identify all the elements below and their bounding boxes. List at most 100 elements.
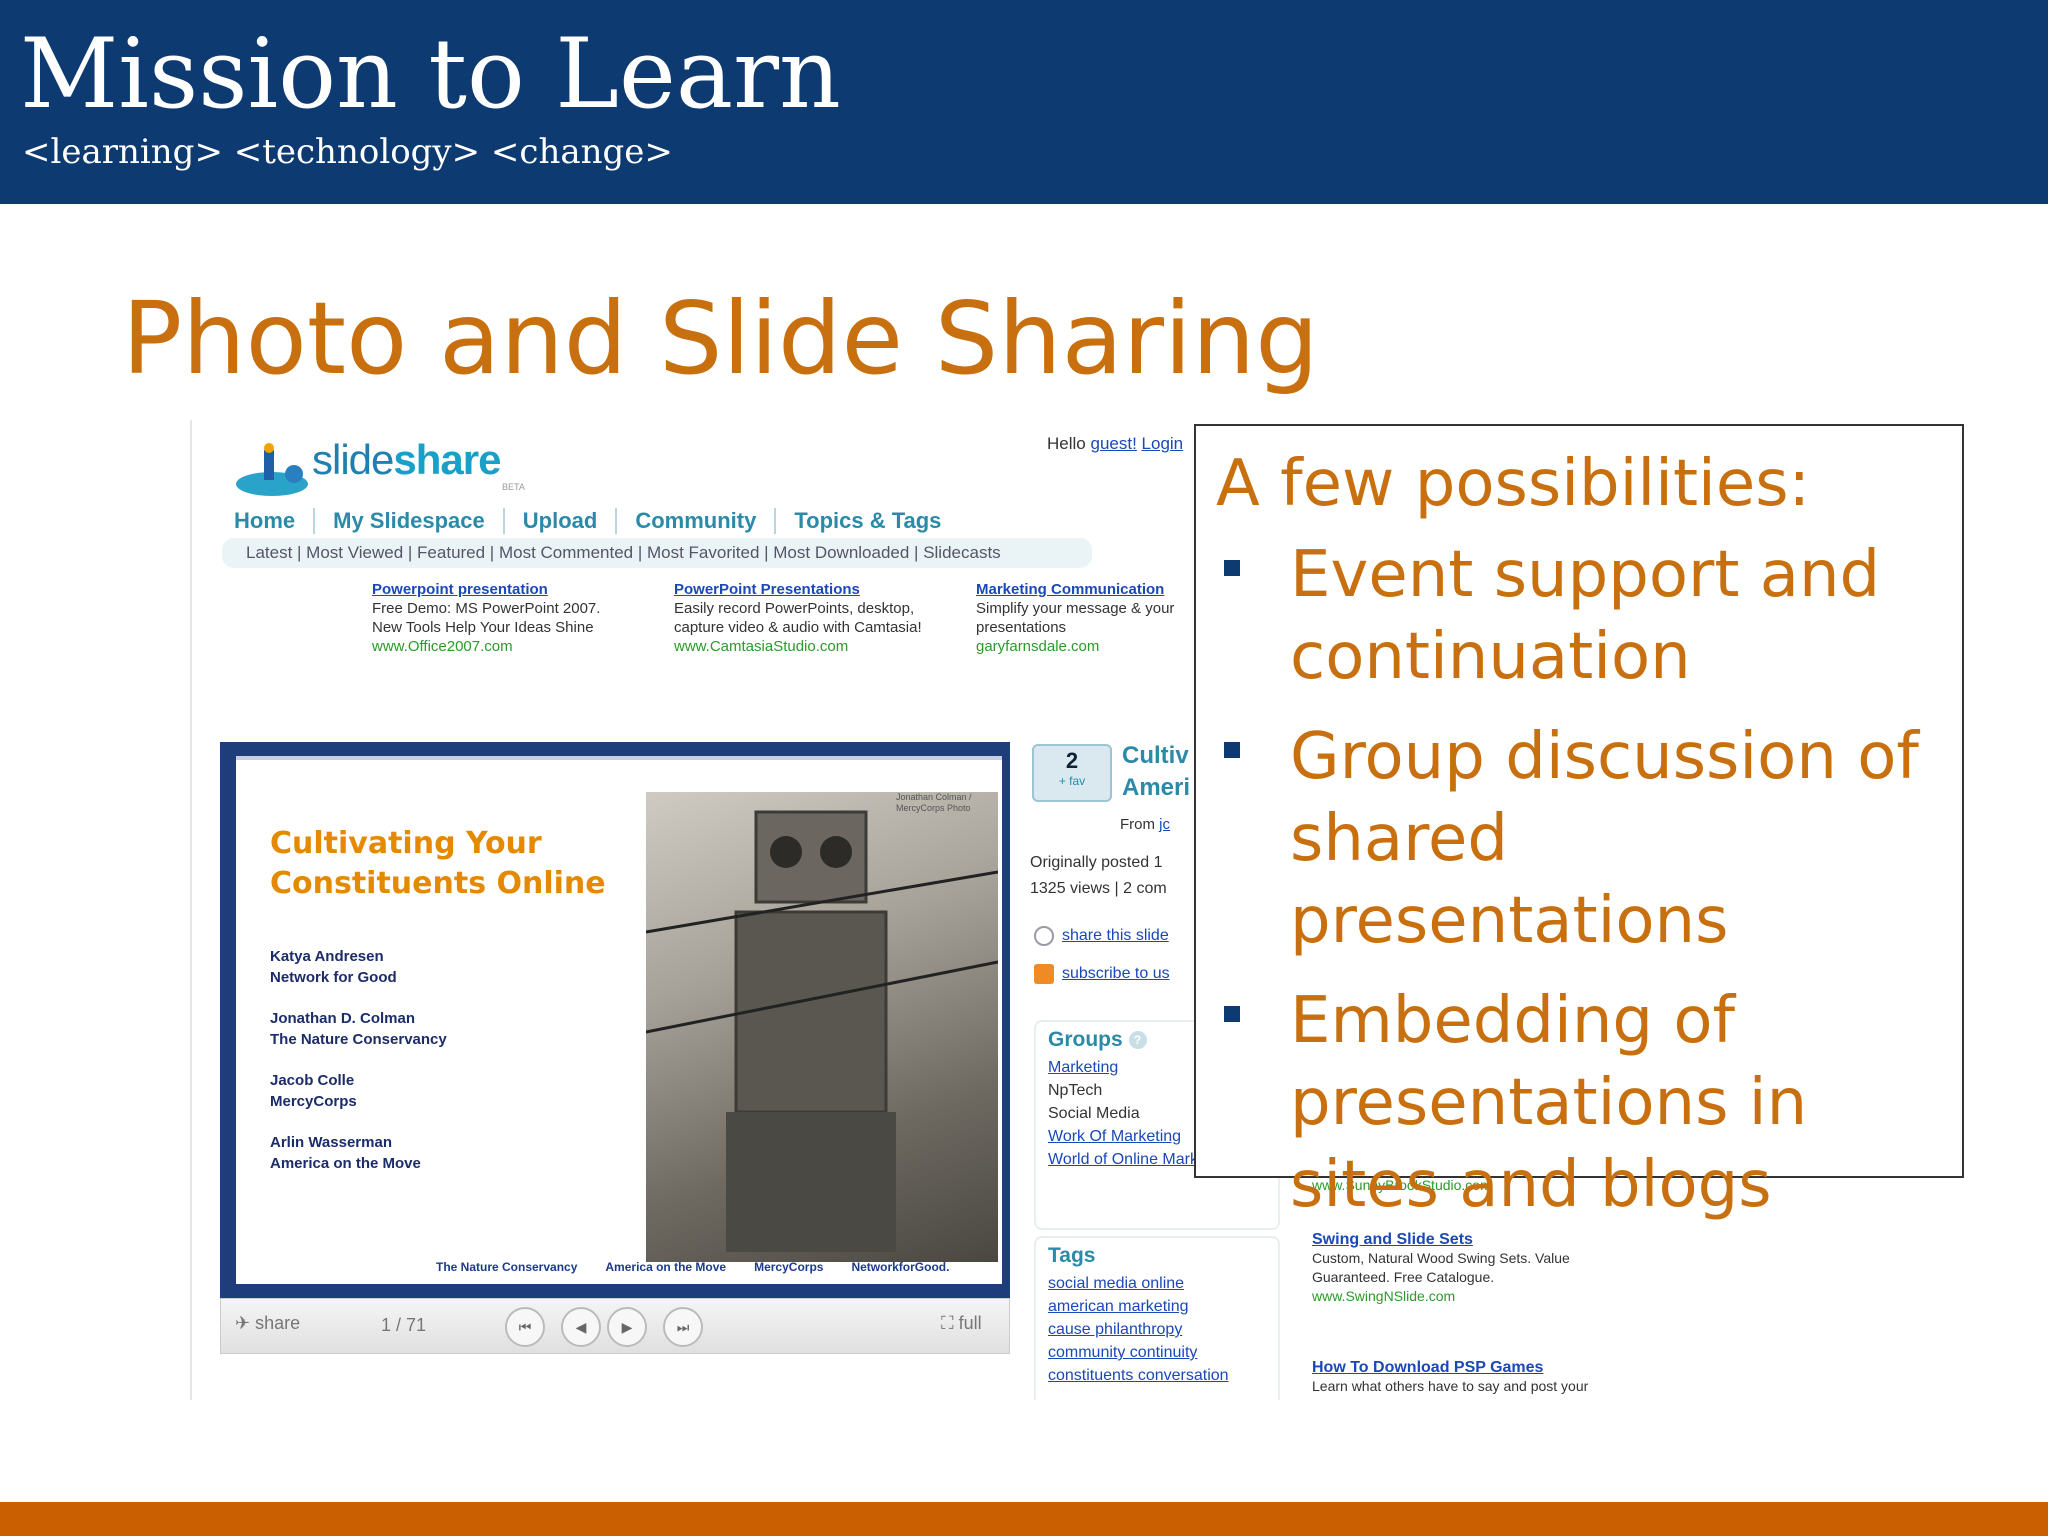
favorite-count: 2 xyxy=(1065,748,1079,773)
author-name: Jacob Colle xyxy=(270,1072,355,1089)
share-label: share xyxy=(255,1313,301,1333)
right-ad[interactable]: Swing and Slide Sets Custom, Natural Woo… xyxy=(1312,1230,1712,1306)
right-ad-title[interactable]: How To Download PSP Games xyxy=(1312,1358,1712,1377)
groups-title-text: Groups xyxy=(1048,1028,1123,1051)
author-block: Katya Andresen Network for Good xyxy=(270,946,447,988)
nav-upload[interactable]: Upload xyxy=(505,508,618,534)
from-line: From jc xyxy=(1120,816,1170,833)
subscribe-link[interactable]: subscribe to us xyxy=(1034,964,1170,984)
robot-photo-art xyxy=(645,810,999,1252)
share-icon xyxy=(1034,926,1054,946)
favorite-badge[interactable]: 2 + fav xyxy=(1032,744,1112,802)
ad-body: Free Demo: MS PowerPoint 2007. New Tools… xyxy=(372,600,601,636)
logo-america-on-the-move: America on the Move xyxy=(605,1260,727,1274)
sub-nav[interactable]: Latest | Most Viewed | Featured | Most C… xyxy=(222,538,1092,568)
footer-band xyxy=(0,1502,2048,1536)
ad-item[interactable]: Marketing Communication Simplify your me… xyxy=(976,580,1226,656)
fullscreen-button[interactable]: ⛶ full xyxy=(941,1313,982,1334)
presentation-authors: Katya Andresen Network for Good Jonathan… xyxy=(270,946,447,1194)
prev-slide-button[interactable]: ◀ xyxy=(561,1307,601,1347)
ad-title[interactable]: Powerpoint presentation xyxy=(372,580,622,599)
presentation-player[interactable]: Cultivating Your Constituents Online Kat… xyxy=(220,742,1010,1298)
subscribe-label: subscribe to us xyxy=(1062,965,1170,983)
hello-bar: Hello guest! Login xyxy=(1047,434,1183,454)
login-link[interactable]: Login xyxy=(1142,434,1184,453)
ad-body: Easily record PowerPoints, desktop, capt… xyxy=(674,600,922,636)
callout-heading: A few possibilities: xyxy=(1216,447,1811,521)
presentation-title: Cultivating Your Constituents Online xyxy=(270,824,606,904)
rss-icon xyxy=(1034,964,1054,984)
help-icon[interactable]: ? xyxy=(1128,1031,1147,1050)
ad-title[interactable]: Marketing Communication xyxy=(976,580,1226,599)
robot-photo xyxy=(645,792,999,1262)
tags-box: Tags social media online american market… xyxy=(1034,1236,1280,1400)
share-slide-link[interactable]: share this slide xyxy=(1034,926,1169,946)
side-presentation-title[interactable]: Cultiv Ameri xyxy=(1122,740,1190,804)
presentation-title-line: Constituents Online xyxy=(270,866,606,901)
header-title: Mission to Learn xyxy=(20,18,841,130)
fullscreen-icon: ⛶ xyxy=(941,1313,959,1333)
right-ad-title[interactable]: Swing and Slide Sets xyxy=(1312,1230,1712,1249)
nav-topics-tags[interactable]: Topics & Tags xyxy=(776,508,959,534)
possibility-item: Group discussion of shared presentations xyxy=(1216,716,1942,962)
square-bullet-icon xyxy=(1224,560,1240,576)
slideshare-mascot-icon xyxy=(236,443,308,496)
tag-item[interactable]: american marketing xyxy=(1048,1295,1266,1318)
logo-network-for-good: NetworkforGood. xyxy=(851,1260,950,1274)
posted-info: Originally posted 1 xyxy=(1030,854,1163,871)
beta-badge: BETA xyxy=(502,482,525,492)
author-org: The Nature Conservancy xyxy=(270,1031,447,1048)
ad-url[interactable]: garyfarnsdale.com xyxy=(976,637,1226,656)
author-block: Jacob Colle MercyCorps xyxy=(270,1070,447,1112)
author-org: Network for Good xyxy=(270,969,397,986)
player-controls: ✈ share 1 / 71 ⏮ ◀ ▶ ⏭ ⛶ full xyxy=(220,1298,1010,1354)
logo-mercycorps: MercyCorps xyxy=(754,1260,824,1274)
share-slide-label: share this slide xyxy=(1062,927,1169,945)
hello-text: Hello xyxy=(1047,434,1086,453)
tag-item[interactable]: social media online xyxy=(1048,1272,1266,1295)
favorite-label: + fav xyxy=(1058,774,1086,788)
next-slide-button[interactable]: ▶ xyxy=(607,1307,647,1347)
square-bullet-icon xyxy=(1224,742,1240,758)
tags-title: Tags xyxy=(1048,1244,1096,1267)
tag-item[interactable]: cause philanthropy xyxy=(1048,1318,1266,1341)
from-label: From xyxy=(1120,816,1155,833)
possibilities-list: Event support and continuation Group dis… xyxy=(1216,534,1942,1226)
presentation-slide: Cultivating Your Constituents Online Kat… xyxy=(236,756,1002,1284)
possibility-text: Group discussion of shared presentations xyxy=(1290,720,1919,958)
ad-title[interactable]: PowerPoint Presentations xyxy=(674,580,924,599)
guest-link[interactable]: guest! xyxy=(1090,434,1136,453)
author-name: Arlin Wasserman xyxy=(270,1134,392,1151)
presentation-meta: Originally posted 1 1325 views | 2 com xyxy=(1030,850,1167,902)
right-ad[interactable]: How To Download PSP Games Learn what oth… xyxy=(1312,1358,1712,1396)
first-slide-button[interactable]: ⏮ xyxy=(505,1307,545,1347)
nav-community[interactable]: Community xyxy=(617,508,777,534)
tag-item[interactable]: constituents conversation xyxy=(1048,1364,1266,1387)
from-user-link[interactable]: jc xyxy=(1159,816,1170,833)
side-title-line: Cultiv xyxy=(1122,742,1189,769)
last-slide-button[interactable]: ⏭ xyxy=(663,1307,703,1347)
slideshare-logo[interactable]: slideshare BETA xyxy=(232,430,532,510)
presentation-title-line: Cultivating Your xyxy=(270,826,542,861)
ad-item[interactable]: Powerpoint presentation Free Demo: MS Po… xyxy=(372,580,622,656)
ad-item[interactable]: PowerPoint Presentations Easily record P… xyxy=(674,580,924,656)
logo-nature-conservancy: The Nature Conservancy xyxy=(436,1260,578,1274)
tag-item[interactable]: community continuity xyxy=(1048,1341,1266,1364)
ad-body: Simplify your message & your presentatio… xyxy=(976,600,1175,636)
header-band: Mission to Learn <learning> <technology>… xyxy=(0,0,2048,204)
ad-url[interactable]: www.Office2007.com xyxy=(372,637,622,656)
share-icon: ✈ xyxy=(235,1313,256,1333)
ad-url[interactable]: www.CamtasiaStudio.com xyxy=(674,637,924,656)
right-ad-url[interactable]: www.SwingNSlide.com xyxy=(1312,1287,1712,1306)
author-org: MercyCorps xyxy=(270,1093,357,1110)
author-block: Jonathan D. Colman The Nature Conservanc… xyxy=(270,1008,447,1050)
right-ad-body: Custom, Natural Wood Swing Sets. Value xyxy=(1312,1250,1570,1266)
main-nav: Home My Slidespace Upload Community Topi… xyxy=(234,508,959,534)
nav-my-slidespace[interactable]: My Slidespace xyxy=(315,508,505,534)
sponsor-logos: The Nature Conservancy America on the Mo… xyxy=(436,1260,949,1274)
author-name: Jonathan D. Colman xyxy=(270,1010,416,1027)
possibility-item: Event support and continuation xyxy=(1216,534,1942,698)
nav-home[interactable]: Home xyxy=(234,508,316,534)
share-button[interactable]: ✈ share xyxy=(235,1313,300,1334)
possibilities-callout: A few possibilities: Event support and c… xyxy=(1194,424,1964,1222)
